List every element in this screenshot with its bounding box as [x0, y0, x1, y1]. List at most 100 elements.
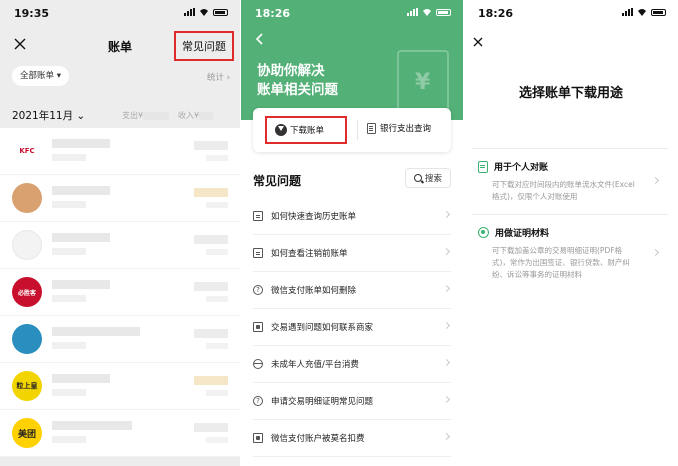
faq-item[interactable]: 未成年人充值/平台消费 [253, 346, 451, 383]
faq-item[interactable]: 如何查看注销前账单 [253, 235, 451, 272]
expense-label: 支出¥ [122, 111, 144, 120]
wifi-icon [423, 9, 431, 16]
faq-section-title: 常见问题 [253, 174, 302, 188]
month-selector[interactable]: 2021年11月 ⌄ [12, 108, 85, 123]
merchant-icon [253, 322, 263, 332]
status-time: 19:35 [14, 7, 50, 20]
merchant-name-blurred [52, 327, 140, 336]
amount-blurred [194, 376, 228, 385]
bank-expense-button[interactable]: 银行支出查询 [367, 122, 431, 134]
amount-blurred [194, 329, 228, 338]
signal-icon [407, 8, 418, 16]
divider [472, 214, 668, 215]
balance-blurred [206, 437, 228, 443]
bank-label: 银行支出查询 [380, 124, 432, 134]
faq-item[interactable]: 如何快速查询历史账单 [253, 198, 451, 235]
action-card: 下载账单 银行支出查询 [253, 108, 451, 152]
nav-bar: 账单 常见问题 [0, 30, 240, 61]
amount-blurred [194, 188, 228, 197]
month-summary: 2021年11月 ⌄ 支出¥ 收入¥ [0, 106, 240, 124]
back-icon[interactable] [253, 32, 267, 46]
download-label: 下载账单 [290, 126, 325, 136]
list-item[interactable]: 必胜客 [0, 269, 240, 316]
list-item[interactable] [0, 175, 240, 222]
merchant-name-blurred [52, 421, 132, 430]
chevron-right-icon [442, 210, 451, 219]
download-purpose-screen: 18:26 选择账单下载用途 用于个人对账 可下载对应时间段内的账单流水文件(E… [464, 0, 678, 466]
close-icon[interactable] [472, 36, 484, 48]
status-icons [184, 8, 228, 16]
faq-item-label: 交易遇到问题如何联系商家 [271, 323, 374, 333]
faq-button[interactable]: 常见问题 [174, 31, 234, 61]
personal-reconcile-option[interactable]: 用于个人对账 可下载对应时间段内的账单流水文件(Excel格式)，仅限个人对账使… [478, 160, 668, 203]
bill-list-screen: 19:35 账单 常见问题 全部账单 ▾ 统计 › 2021年11月 ⌄ 支出¥… [0, 0, 240, 466]
faq-item[interactable]: 交易遇到问题如何联系商家 [253, 309, 451, 346]
balance-blurred [206, 202, 228, 208]
proof-material-option[interactable]: 用做证明材料 可下载加盖公章的交易明细证明(PDF格式)，常作为出国签证、银行贷… [478, 226, 668, 281]
signal-icon [184, 8, 195, 16]
hero-banner: 18:26 协助你解决 账单相关问题 ¥ [241, 0, 463, 120]
bishengke-logo: 必胜客 [12, 277, 42, 307]
filter-row: 全部账单 ▾ 统计 › [0, 66, 240, 88]
list-item[interactable]: 美团 [0, 410, 240, 457]
search-button[interactable]: 搜索 [405, 168, 451, 188]
list-item[interactable] [0, 316, 240, 363]
wifi-icon [200, 9, 208, 16]
status-bar: 19:35 [0, 0, 240, 26]
faq-item[interactable]: 申请交易明细证明常见问题 [253, 383, 451, 420]
chevron-right-icon [651, 176, 660, 185]
balance-blurred [206, 155, 228, 161]
white-avatar [12, 230, 42, 260]
bill-help-screen: 18:26 协助你解决 账单相关问题 ¥ 下载账单 银行支出查询 常见问题 搜索… [241, 0, 463, 466]
faq-item-label: 如何查看注销前账单 [271, 249, 348, 259]
faq-list: 如何快速查询历史账单 如何查看注销前账单 微信支付账单如何删除 交易遇到问题如何… [253, 198, 451, 457]
faq-item[interactable]: 微信支付账单如何删除 [253, 272, 451, 309]
filter-label: 全部账单 [20, 71, 55, 81]
option-title: 用做证明材料 [495, 229, 550, 239]
merchant-logo-text: KFC [19, 147, 35, 155]
bill-filter-dropdown[interactable]: 全部账单 ▾ [12, 66, 69, 86]
search-icon [413, 174, 422, 182]
list-item[interactable] [0, 222, 240, 269]
faq-item[interactable]: 微信支付账户被莫名扣费 [253, 420, 451, 457]
time-blurred [52, 248, 86, 255]
search-label: 搜索 [424, 174, 442, 184]
wifi-icon [638, 9, 646, 16]
faq-item-label: 未成年人充值/平台消费 [271, 360, 359, 370]
list-item[interactable]: 粒上皇 [0, 363, 240, 410]
battery-icon [213, 8, 228, 16]
status-icons [622, 8, 666, 16]
faq-item-label: 微信支付账单如何删除 [271, 286, 357, 296]
status-icons [407, 8, 451, 16]
hero-heading: 协助你解决 账单相关问题 [257, 62, 338, 100]
chevron-right-icon [442, 358, 451, 367]
divider [357, 120, 358, 140]
time-blurred [52, 436, 86, 443]
option-description: 可下载对应时间段内的账单流水文件(Excel格式)，仅限个人对账使用 [492, 180, 635, 201]
income-amount-blurred [199, 111, 214, 120]
merchant-name-blurred [52, 374, 110, 383]
divider [472, 148, 668, 149]
battery-icon [651, 8, 666, 16]
option-header: 用于个人对账 [478, 160, 668, 173]
yellow-logo: 粒上皇 [12, 371, 42, 401]
option-description: 可下载加盖公章的交易明细证明(PDF格式)，常作为出国签证、银行贷款、财产纠纷、… [492, 246, 630, 279]
minor-icon [253, 359, 263, 369]
hero-line-1: 协助你解决 [257, 63, 325, 79]
merchant-name-blurred [52, 139, 110, 148]
expense-summary: 支出¥ [122, 110, 170, 121]
status-time: 18:26 [255, 7, 291, 20]
merchant-name-blurred [52, 233, 110, 242]
stats-link[interactable]: 统计 › [207, 71, 230, 83]
list-item[interactable]: KFC [0, 128, 240, 175]
faq-item-label: 微信支付账户被莫名扣费 [271, 434, 365, 444]
time-blurred [52, 389, 86, 396]
download-bill-button[interactable]: 下载账单 [265, 116, 347, 144]
blue-logo [12, 324, 42, 354]
chevron-right-icon [442, 284, 451, 293]
battery-icon [436, 8, 451, 16]
document-icon [253, 211, 263, 221]
amount-blurred [194, 141, 228, 150]
dog-avatar [12, 183, 42, 213]
balance-blurred [206, 343, 228, 349]
